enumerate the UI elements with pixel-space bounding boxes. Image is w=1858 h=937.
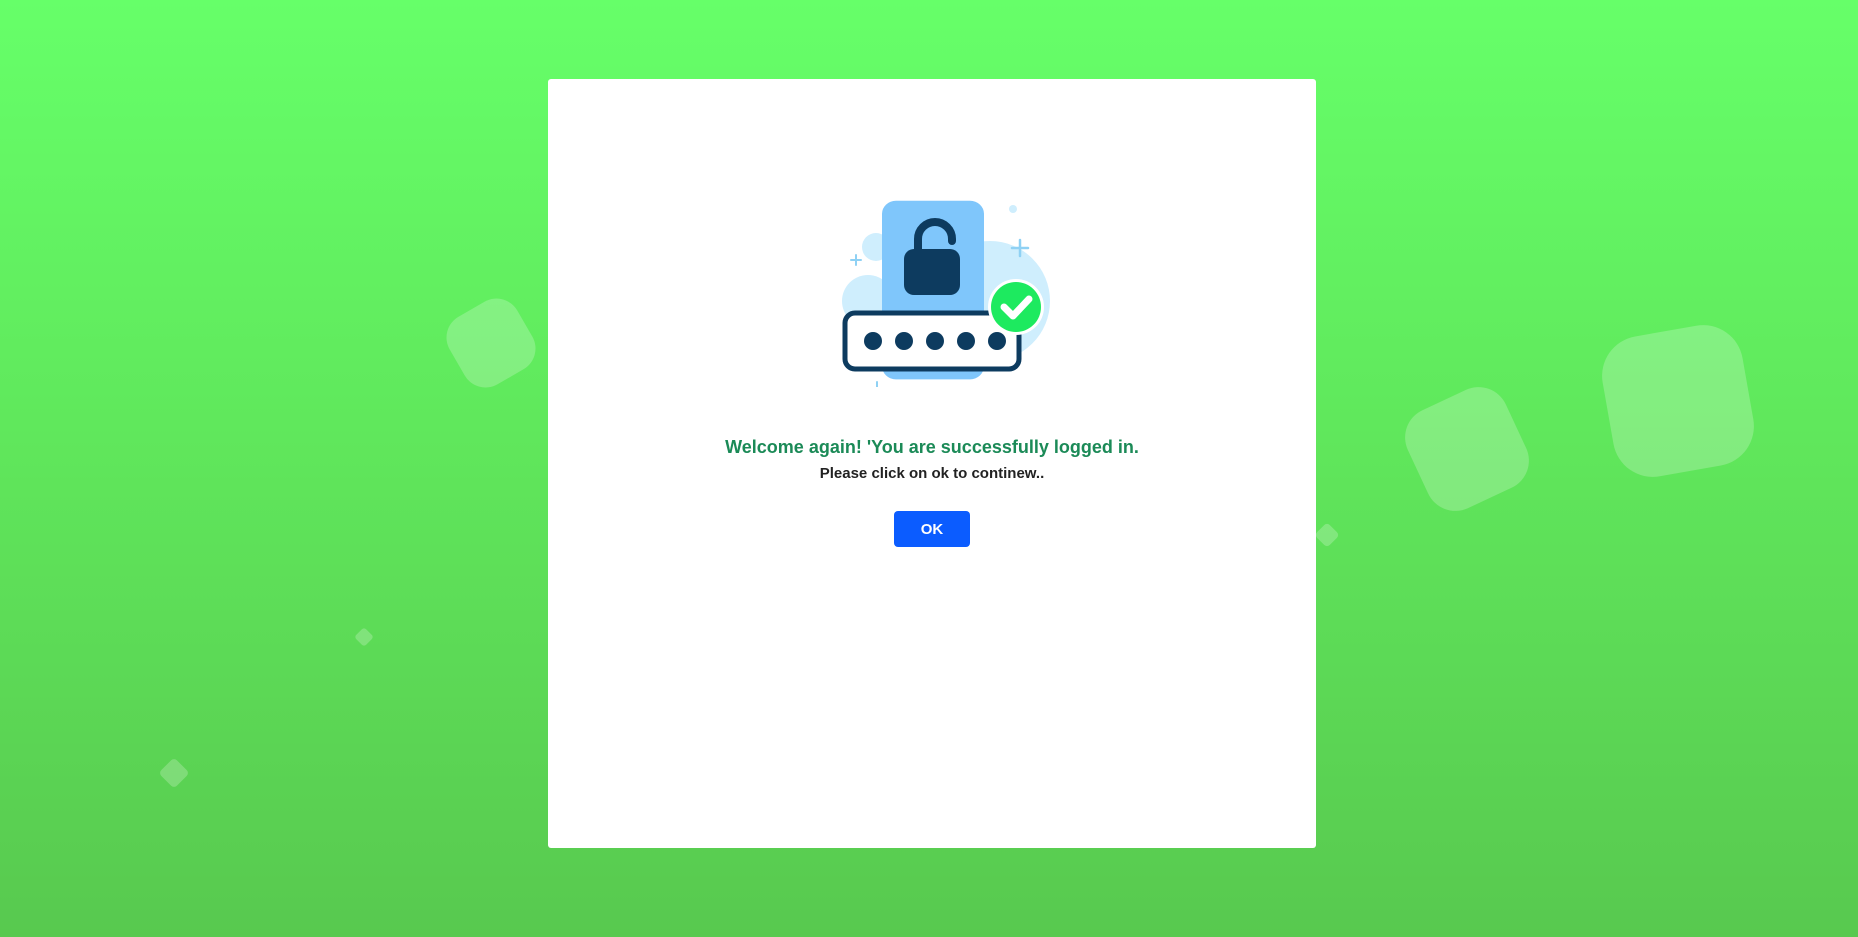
ok-button[interactable]: OK: [894, 511, 970, 547]
decorative-shape: [1595, 318, 1761, 484]
success-title: Welcome again! 'You are successfully log…: [725, 437, 1139, 457]
continue-message: Please click on ok to continew..: [819, 465, 1045, 482]
login-success-dialog: Welcome again! 'You are successfully log…: [548, 79, 1316, 848]
unlocked-padlock-icon: [842, 200, 1050, 387]
